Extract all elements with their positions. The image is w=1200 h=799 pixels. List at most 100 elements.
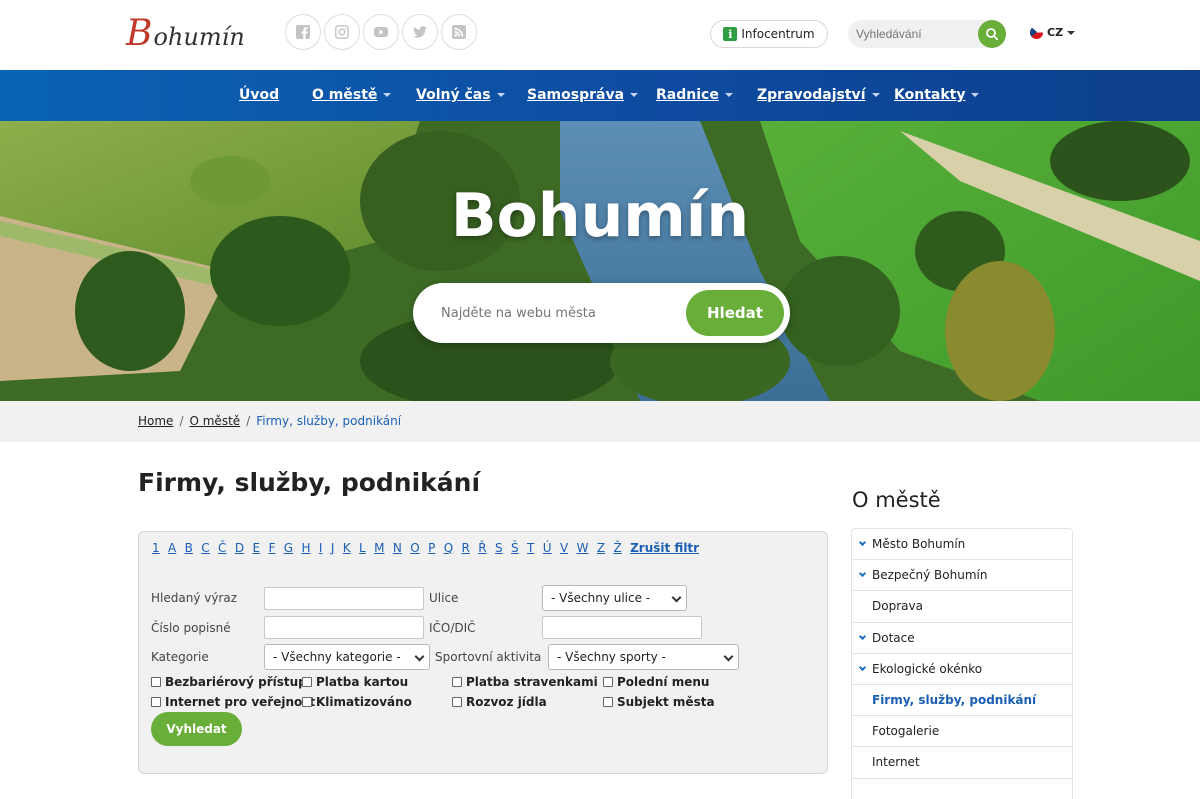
- letter-link[interactable]: Z: [597, 541, 605, 555]
- checkbox-public-internet[interactable]: Internet pro veřejnost: [151, 695, 315, 709]
- nav-item-volny-cas[interactable]: Volný čas: [416, 87, 505, 103]
- sidebar-item[interactable]: Internet: [852, 747, 1072, 779]
- checkbox[interactable]: [151, 677, 161, 687]
- search-button[interactable]: Vyhledat: [151, 712, 242, 746]
- chevron-down-icon[interactable]: [858, 632, 867, 640]
- letter-link[interactable]: Ú: [543, 541, 552, 555]
- checkbox-meal-vouchers[interactable]: Platba stravenkami: [452, 675, 598, 689]
- checkbox-label: Internet pro veřejnost: [165, 695, 316, 709]
- nav-item-kontakty[interactable]: Kontakty: [894, 87, 980, 103]
- letter-link[interactable]: J: [331, 541, 335, 555]
- nav-item-radnice[interactable]: Radnice: [656, 87, 733, 103]
- checkbox-barrier-free[interactable]: Bezbariérový přístup: [151, 675, 307, 689]
- sidebar-item[interactable]: Firmy, služby, podnikání: [852, 685, 1072, 717]
- term-input[interactable]: [264, 587, 424, 610]
- letter-link[interactable]: N: [393, 541, 402, 555]
- nav-label: Samospráva: [527, 87, 625, 103]
- checkbox-card-payment[interactable]: Platba kartou: [302, 675, 408, 689]
- letter-link[interactable]: W: [577, 541, 589, 555]
- facebook-icon[interactable]: [285, 14, 321, 50]
- sidebar-item[interactable]: Doprava: [852, 591, 1072, 623]
- sidebar-item[interactable]: Dotace: [852, 623, 1072, 654]
- rss-icon[interactable]: [441, 14, 477, 50]
- checkbox[interactable]: [603, 677, 613, 687]
- breadcrumb-home[interactable]: Home: [138, 414, 173, 428]
- youtube-icon[interactable]: [363, 14, 399, 50]
- hero-landscape-image: [0, 121, 1200, 401]
- letter-link[interactable]: S: [495, 541, 503, 555]
- house-number-input[interactable]: [264, 616, 424, 639]
- letter-link[interactable]: Š: [511, 541, 519, 555]
- nav-item-samosprava[interactable]: Samospráva: [527, 87, 639, 103]
- language-switcher[interactable]: CZ: [1030, 26, 1076, 39]
- letter-link[interactable]: C: [201, 541, 209, 555]
- checkbox-air-conditioned[interactable]: Klimatizováno: [302, 695, 412, 709]
- letter-link[interactable]: 1: [152, 541, 160, 555]
- hero-search-button[interactable]: Hledat: [686, 290, 784, 336]
- chevron-down-icon[interactable]: [858, 538, 867, 547]
- breadcrumb-o-meste[interactable]: O městě: [189, 414, 240, 428]
- category-select[interactable]: - Všechny kategorie -: [264, 644, 430, 670]
- letter-link[interactable]: D: [235, 541, 244, 555]
- letter-link[interactable]: I: [319, 541, 323, 555]
- twitter-icon[interactable]: [402, 14, 438, 50]
- clear-filter-link[interactable]: Zrušit filtr: [630, 541, 699, 555]
- chevron-down-icon[interactable]: [858, 570, 867, 578]
- chevron-down-icon: [871, 93, 880, 97]
- letter-link[interactable]: K: [343, 541, 351, 555]
- letter-link[interactable]: E: [252, 541, 260, 555]
- hero-search-input[interactable]: [441, 301, 671, 325]
- nav-item-o-meste[interactable]: O městě: [312, 87, 392, 103]
- category-label: Kategorie: [151, 650, 209, 664]
- bohumin-logo[interactable]: B ohumín: [126, 14, 245, 54]
- sidebar-item-label: Ekologické okénko: [872, 661, 983, 676]
- nav-item-uvod[interactable]: Úvod: [239, 87, 279, 103]
- letter-link[interactable]: V: [560, 541, 568, 555]
- chevron-down-icon: [971, 93, 980, 97]
- chevron-down-icon: [723, 651, 734, 662]
- checkbox[interactable]: [452, 697, 462, 707]
- checkbox[interactable]: [452, 677, 462, 687]
- sidebar-item[interactable]: Fotogalerie: [852, 716, 1072, 748]
- street-select-value: - Všechny ulice -: [551, 591, 651, 605]
- chevron-down-icon[interactable]: [858, 663, 867, 671]
- letter-link[interactable]: G: [284, 541, 293, 555]
- sidebar-item[interactable]: [852, 779, 1072, 799]
- checkbox-food-delivery[interactable]: Rozvoz jídla: [452, 695, 547, 709]
- checkbox-lunch-menu[interactable]: Polední menu: [603, 675, 709, 689]
- letter-link[interactable]: A: [168, 541, 176, 555]
- sport-select[interactable]: - Všechny sporty -: [548, 644, 739, 670]
- street-select[interactable]: - Všechny ulice -: [542, 585, 687, 611]
- letter-link[interactable]: Ř: [478, 541, 486, 555]
- letter-link[interactable]: L: [359, 541, 366, 555]
- sidebar-item[interactable]: Bezpečný Bohumín: [852, 560, 1072, 592]
- instagram-icon[interactable]: [324, 14, 360, 50]
- checkbox[interactable]: [302, 697, 312, 707]
- letter-link[interactable]: F: [268, 541, 275, 555]
- top-search-input[interactable]: [848, 20, 976, 48]
- breadcrumb-separator: /: [179, 414, 184, 428]
- letter-link[interactable]: M: [374, 541, 384, 555]
- letter-link[interactable]: Č: [218, 541, 226, 555]
- letter-link[interactable]: Ž: [613, 541, 621, 555]
- checkbox-city-subject[interactable]: Subjekt města: [603, 695, 715, 709]
- checkbox[interactable]: [302, 677, 312, 687]
- top-search-button[interactable]: [978, 20, 1006, 48]
- sidebar-item[interactable]: Město Bohumín: [852, 529, 1072, 561]
- infocentrum-button[interactable]: i Infocentrum: [710, 20, 828, 48]
- letter-link[interactable]: Q: [444, 541, 453, 555]
- sidebar-item[interactable]: Ekologické okénko: [852, 654, 1072, 685]
- letter-link[interactable]: P: [428, 541, 435, 555]
- nav-item-zpravodajstvi[interactable]: Zpravodajství: [757, 87, 880, 103]
- ico-input[interactable]: [542, 616, 702, 639]
- chevron-down-icon: [630, 93, 639, 97]
- checkbox[interactable]: [603, 697, 613, 707]
- letter-link[interactable]: T: [527, 541, 534, 555]
- letter-link[interactable]: R: [462, 541, 470, 555]
- sidebar-item-label: Internet: [872, 755, 920, 770]
- checkbox[interactable]: [151, 697, 161, 707]
- chevron-down-icon: [671, 592, 682, 603]
- letter-link[interactable]: B: [185, 541, 193, 555]
- letter-link[interactable]: O: [410, 541, 419, 555]
- letter-link[interactable]: H: [301, 541, 310, 555]
